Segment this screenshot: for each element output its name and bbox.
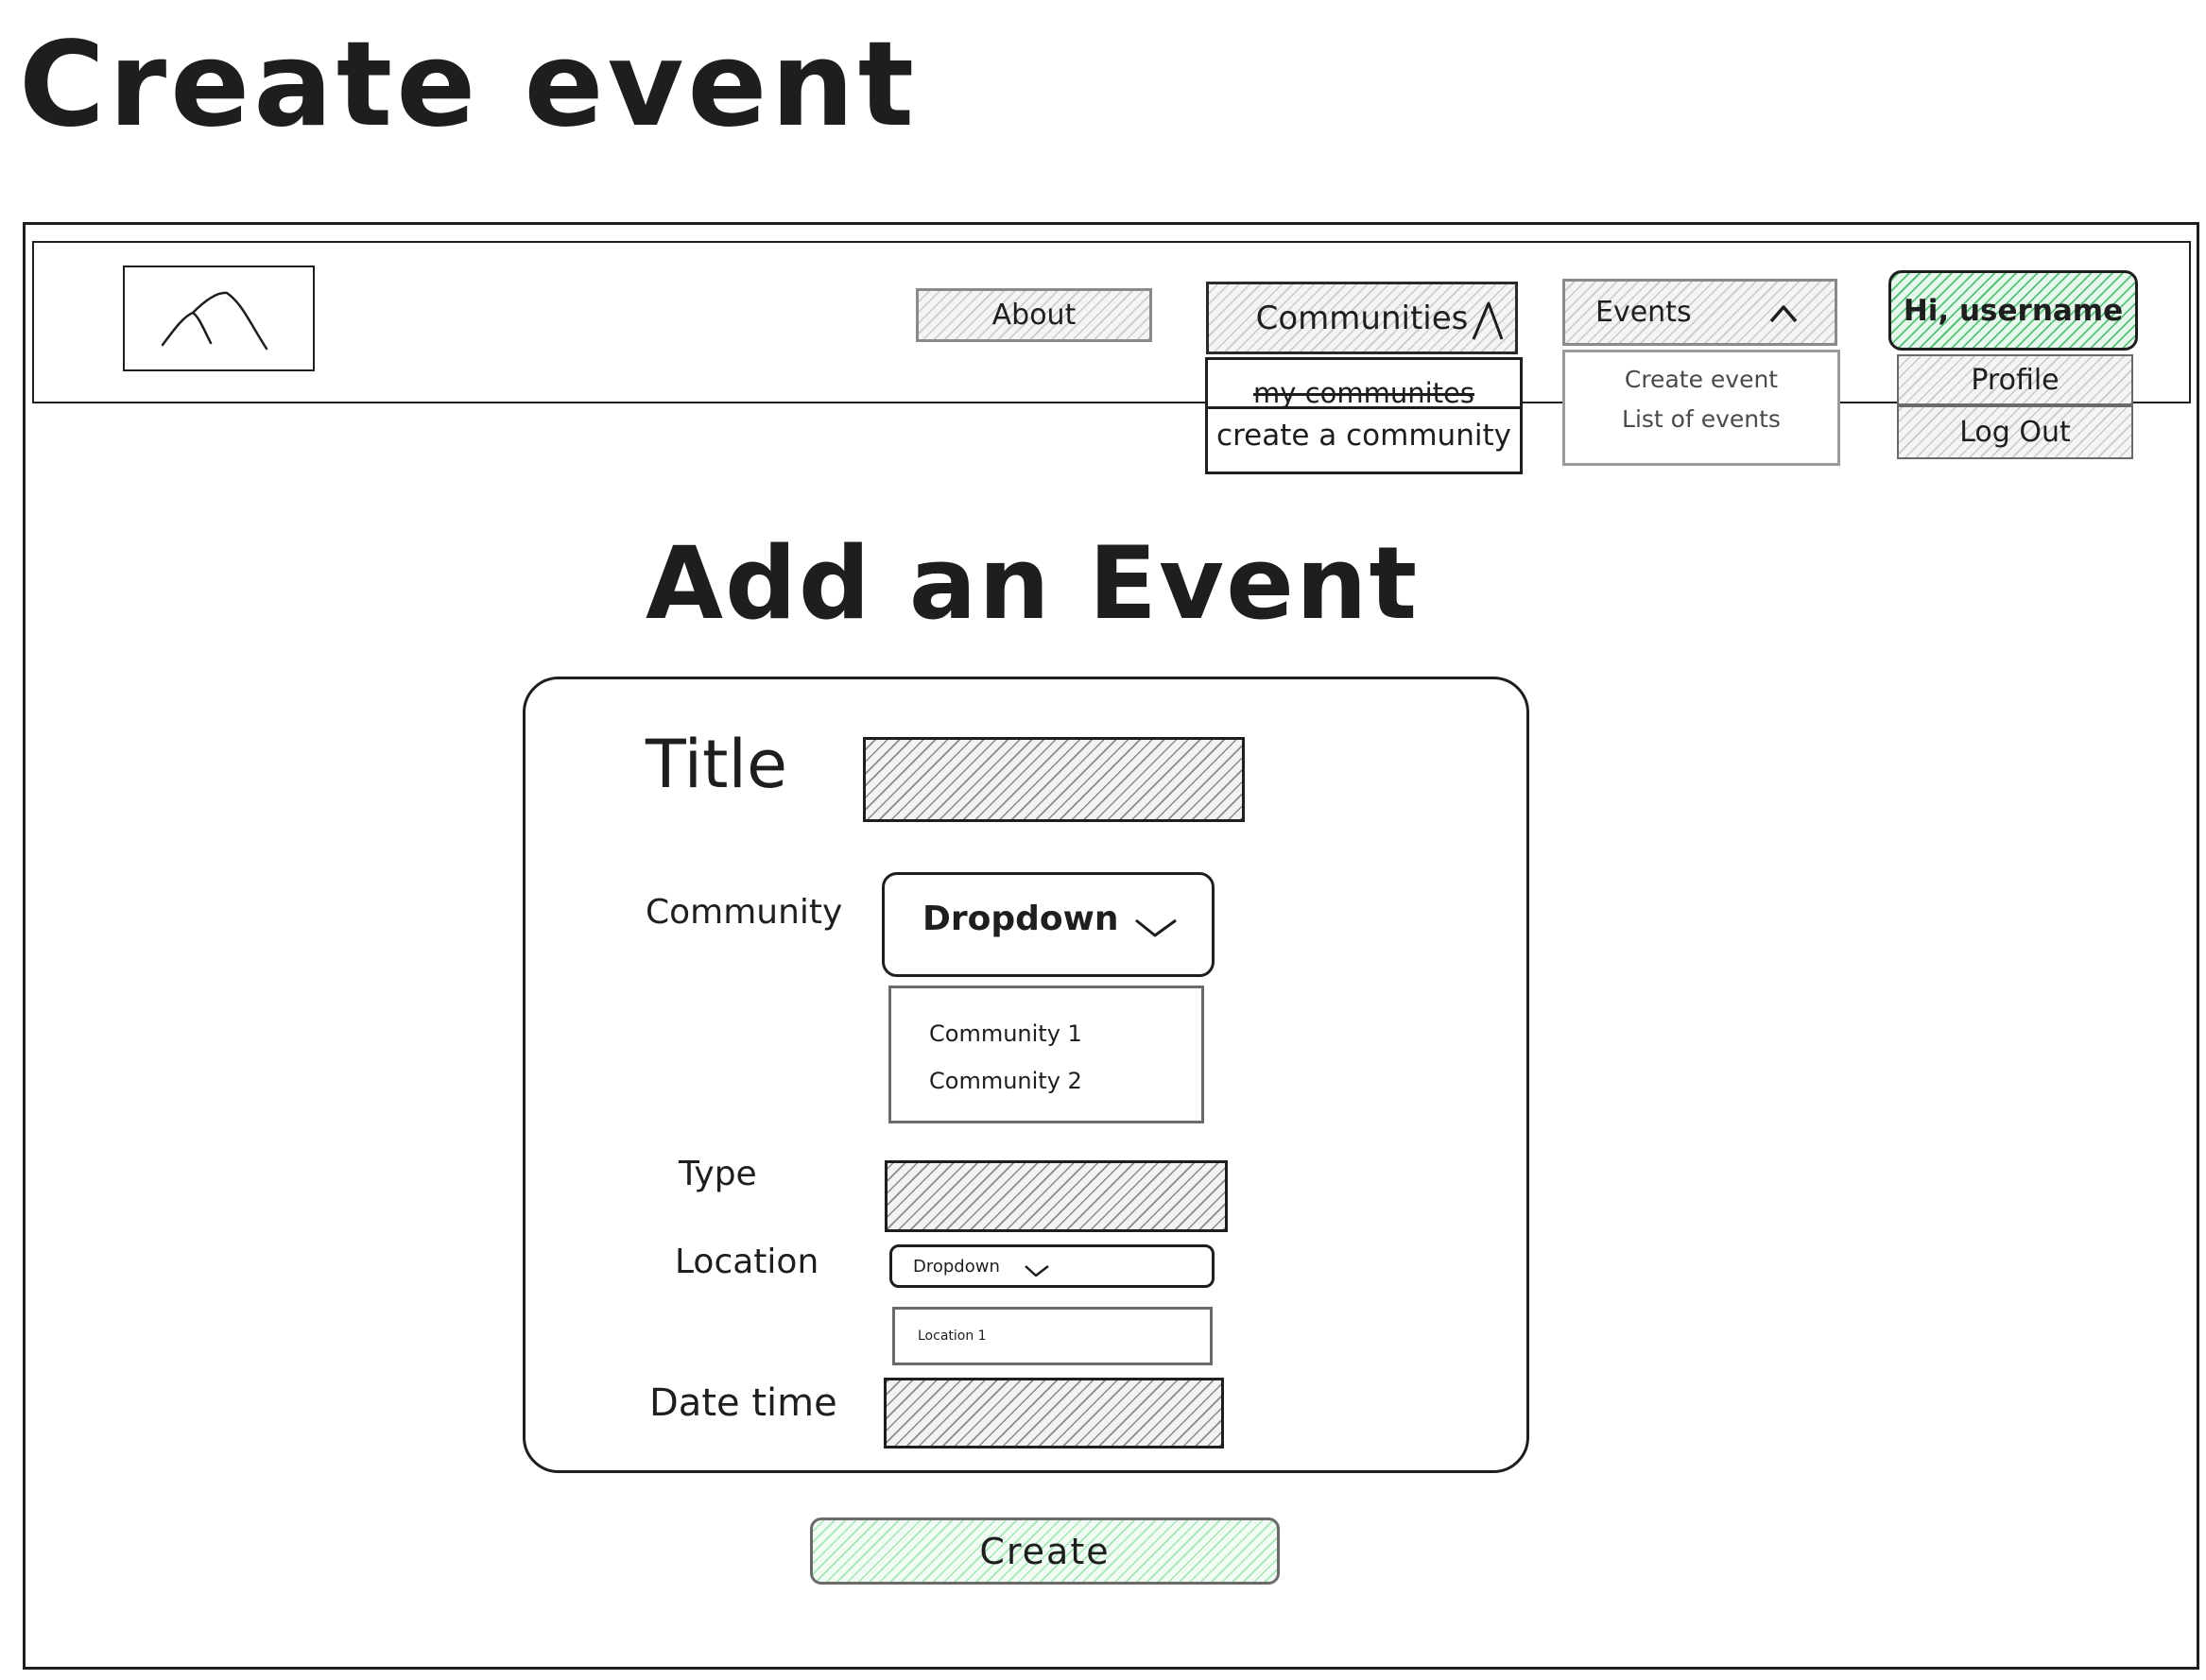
chevron-down-icon bbox=[1135, 918, 1177, 937]
menu-item-list-events[interactable]: List of events bbox=[1565, 405, 1837, 433]
communities-menu: my communites create a community bbox=[1205, 357, 1523, 474]
location-options-list: Location 1 bbox=[892, 1307, 1213, 1365]
type-label: Type bbox=[679, 1155, 757, 1193]
nav-communities-button[interactable]: Communities bbox=[1206, 282, 1518, 354]
nav-events-label: Events bbox=[1595, 296, 1692, 329]
menu-item-my-communities[interactable]: my communites bbox=[1208, 377, 1520, 409]
menu-item-profile[interactable]: Profile bbox=[1897, 354, 2133, 405]
page-heading: Create event bbox=[19, 17, 919, 153]
type-input[interactable] bbox=[885, 1160, 1228, 1232]
datetime-input[interactable] bbox=[884, 1378, 1224, 1449]
menu-divider bbox=[1208, 406, 1520, 409]
nav-communities-label: Communities bbox=[1255, 299, 1469, 337]
create-button[interactable]: Create bbox=[810, 1517, 1280, 1585]
chevron-up-icon bbox=[1769, 305, 1798, 323]
events-menu: Create event List of events bbox=[1562, 350, 1840, 466]
location-dropdown[interactable]: Dropdown bbox=[889, 1244, 1215, 1288]
community-dropdown[interactable]: Dropdown bbox=[882, 872, 1215, 977]
community-option[interactable]: Community 1 bbox=[929, 1020, 1082, 1047]
community-label: Community bbox=[646, 893, 843, 932]
chevron-up-icon bbox=[1472, 301, 1504, 340]
user-menu-button[interactable]: Hi, username bbox=[1888, 270, 2138, 351]
logo[interactable] bbox=[123, 266, 315, 371]
title-label: Title bbox=[646, 726, 788, 803]
logo-mountains-icon bbox=[161, 291, 268, 351]
location-dropdown-value: Dropdown bbox=[913, 1257, 1000, 1277]
location-option[interactable]: Location 1 bbox=[918, 1329, 987, 1344]
datetime-label: Date time bbox=[649, 1381, 837, 1425]
location-label: Location bbox=[675, 1243, 819, 1281]
menu-item-create-event[interactable]: Create event bbox=[1565, 366, 1837, 393]
chevron-down-icon bbox=[1025, 1265, 1049, 1277]
title-input[interactable] bbox=[863, 737, 1245, 822]
community-options-list: Community 1 Community 2 bbox=[888, 986, 1204, 1123]
form-heading: Add an Event bbox=[646, 525, 1420, 642]
menu-item-create-community[interactable]: create a community bbox=[1208, 419, 1520, 453]
community-option[interactable]: Community 2 bbox=[929, 1068, 1082, 1094]
community-dropdown-value: Dropdown bbox=[922, 900, 1119, 938]
nav-about-button[interactable]: About bbox=[916, 288, 1152, 342]
menu-item-logout[interactable]: Log Out bbox=[1897, 405, 2133, 459]
nav-events-button[interactable]: Events bbox=[1562, 279, 1837, 346]
